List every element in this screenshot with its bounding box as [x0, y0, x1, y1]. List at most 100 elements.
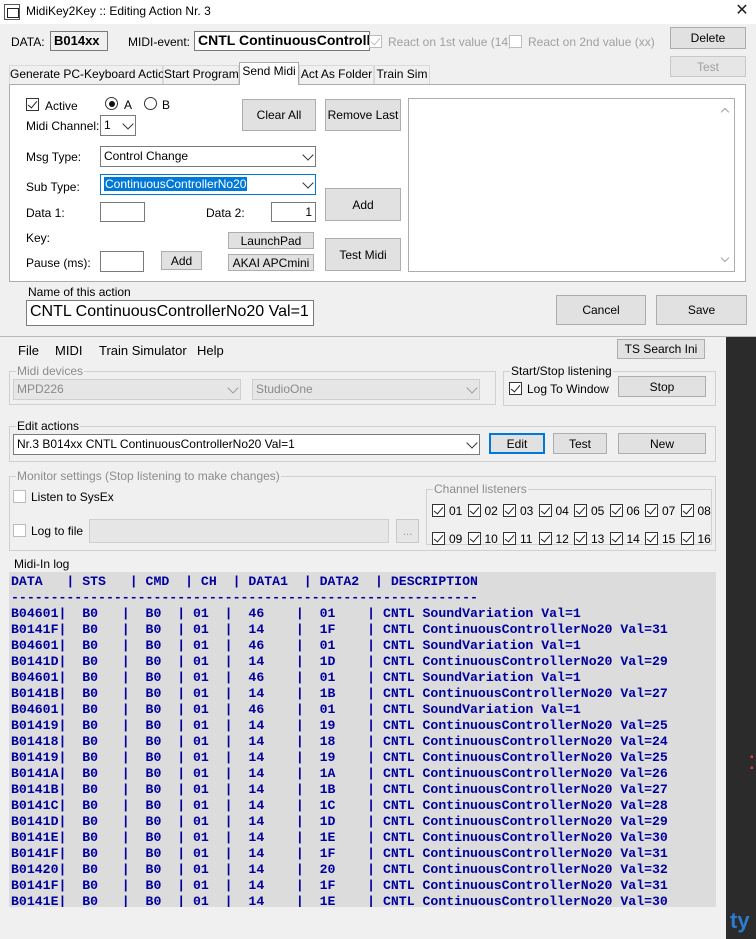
test-action-button[interactable]: Test: [553, 433, 607, 454]
log-entry: B0141F| B0 | B0 | 01 | 14 | 1F | CNTL Co…: [11, 846, 668, 861]
channel-10-checkbox[interactable]: [467, 532, 481, 545]
log-entry: B0141A| B0 | B0 | 01 | 14 | 1A | CNTL Co…: [11, 766, 668, 781]
log-entry: B0141D| B0 | B0 | 01 | 14 | 1D | CNTL Co…: [11, 814, 668, 829]
log-entry: B04601| B0 | B0 | 01 | 46 | 01 | CNTL So…: [11, 702, 581, 717]
log-entry: B0141B| B0 | B0 | 01 | 14 | 1B | CNTL Co…: [11, 686, 668, 701]
menu-midi[interactable]: MIDI: [55, 343, 82, 358]
chevron-down-icon: [122, 117, 134, 130]
log-to-window-label: Log To Window: [527, 382, 609, 396]
msg-type-label: Msg Type:: [26, 150, 82, 164]
midi-in-log[interactable]: DATA | STS | CMD | CH | DATA1 | DATA2 | …: [9, 572, 716, 907]
radio-b[interactable]: [144, 97, 157, 110]
data-label: DATA:: [11, 35, 45, 49]
remove-last-button[interactable]: Remove Last: [325, 99, 401, 131]
active-checkbox[interactable]: [26, 98, 39, 111]
channel-09-checkbox[interactable]: [432, 532, 445, 545]
channel-label: 04: [555, 504, 569, 518]
log-header: DATA | STS | CMD | CH | DATA1 | DATA2 | …: [11, 574, 478, 589]
log-entry: B04601| B0 | B0 | 01 | 46 | 01 | CNTL So…: [11, 606, 581, 621]
log-entry: B0141B| B0 | B0 | 01 | 14 | 1B | CNTL Co…: [11, 782, 668, 797]
edit-action-button[interactable]: Edit: [489, 433, 545, 454]
log-entry: B01419| B0 | B0 | 01 | 14 | 19 | CNTL Co…: [11, 718, 668, 733]
list-scrollbar[interactable]: [718, 99, 734, 271]
cancel-button[interactable]: Cancel: [556, 295, 646, 325]
add-message-button[interactable]: Add: [325, 188, 401, 221]
data2-input[interactable]: 1: [271, 202, 316, 222]
tab-act-as-folder[interactable]: Act As Folder: [299, 65, 374, 84]
radio-a[interactable]: [105, 97, 118, 110]
ts-search-ini-button[interactable]: TS Search Ini: [617, 339, 705, 359]
midi-channel-select[interactable]: 1: [100, 115, 136, 136]
chevron-up-icon[interactable]: [720, 107, 730, 117]
channel-label: 02: [484, 504, 498, 518]
add-pause-button[interactable]: Add: [161, 251, 202, 270]
channel-label: 08: [697, 504, 711, 518]
test-midi-button[interactable]: Test Midi: [325, 238, 401, 271]
stop-listening-button[interactable]: Stop: [618, 376, 706, 397]
channel-label: 10: [484, 532, 498, 546]
channel-04-checkbox[interactable]: [538, 504, 552, 517]
tab-send-midi[interactable]: Send Midi: [239, 62, 299, 85]
channel-06-checkbox[interactable]: [609, 504, 623, 517]
midi-out-device-select[interactable]: StudioOne: [252, 379, 480, 400]
dialog-test-button[interactable]: Test: [670, 56, 746, 77]
react-1st-checkbox[interactable]: [369, 35, 382, 48]
data2-label: Data 2:: [206, 206, 245, 220]
channel-13-checkbox[interactable]: [574, 532, 587, 545]
channel-12-checkbox[interactable]: [538, 532, 552, 545]
midi-in-device-select[interactable]: MPD226: [13, 379, 241, 400]
sub-type-select[interactable]: ContinuousControllerNo20: [100, 174, 316, 195]
action-name-input[interactable]: CNTL ContinuousControllerNo20 Val=1: [26, 300, 314, 326]
channel-label: 14: [626, 532, 640, 546]
channel-08-checkbox[interactable]: [680, 504, 694, 517]
pause-input[interactable]: [100, 251, 144, 272]
key-label: Key:: [26, 231, 51, 245]
channel-02-checkbox[interactable]: [467, 504, 481, 517]
channel-label: 07: [662, 504, 676, 518]
sub-type-value: ContinuousControllerNo20: [104, 177, 248, 191]
menu-file[interactable]: File: [18, 343, 39, 358]
midi-channel-label: Midi Channel:: [26, 119, 100, 133]
msg-type-select[interactable]: Control Change: [100, 146, 316, 167]
channel-listeners-title: Channel listeners: [433, 482, 528, 496]
dialog-titlebar[interactable]: MidiKey2Key :: Editing Action Nr. 3 ✕: [0, 0, 756, 24]
tab-train-sim[interactable]: Train Sim: [374, 65, 430, 84]
channel-11-checkbox[interactable]: [503, 532, 516, 545]
log-to-file-checkbox[interactable]: [13, 524, 26, 537]
close-icon[interactable]: ✕: [731, 1, 753, 21]
channel-07-checkbox[interactable]: [645, 504, 658, 517]
data1-input[interactable]: [100, 202, 145, 222]
channel-14-checkbox[interactable]: [609, 532, 623, 545]
chevron-down-icon[interactable]: [720, 253, 730, 263]
delete-button[interactable]: Delete: [670, 27, 746, 49]
start-stop-title: Start/Stop listening: [510, 364, 613, 378]
channel-01-checkbox[interactable]: [432, 504, 445, 517]
channel-15-checkbox[interactable]: [645, 532, 658, 545]
log-entry: B0141C| B0 | B0 | 01 | 14 | 1C | CNTL Co…: [11, 798, 668, 813]
channel-label: 12: [555, 532, 569, 546]
pause-label: Pause (ms):: [26, 256, 91, 270]
midi-event-label: MIDI-event:: [128, 35, 191, 49]
channel-16-checkbox[interactable]: [680, 532, 694, 545]
channel-label: 09: [449, 532, 463, 546]
edit-actions-title: Edit actions: [16, 419, 81, 433]
listen-sysex-checkbox[interactable]: [13, 490, 26, 503]
new-action-button[interactable]: New: [618, 433, 706, 454]
channel-label: 11: [520, 532, 533, 546]
launchpad-button[interactable]: LaunchPad: [228, 232, 314, 249]
log-file-path-input[interactable]: [89, 519, 389, 543]
channel-05-checkbox[interactable]: [574, 504, 587, 517]
channel-03-checkbox[interactable]: [503, 504, 516, 517]
midi-action-list[interactable]: [408, 98, 735, 272]
save-button[interactable]: Save: [656, 295, 747, 325]
clear-all-button[interactable]: Clear All: [242, 99, 316, 131]
menu-train-simulator[interactable]: Train Simulator: [99, 343, 187, 358]
action-select[interactable]: Nr.3 B014xx CNTL ContinuousControllerNo2…: [13, 434, 480, 455]
tab-generate-keyboard[interactable]: Generate PC-Keyboard Action: [9, 65, 171, 84]
browse-log-file-button[interactable]: ...: [396, 519, 419, 543]
log-to-window-checkbox[interactable]: [509, 382, 522, 395]
menu-help[interactable]: Help: [197, 343, 224, 358]
akai-apcmini-button[interactable]: AKAI APCmini: [228, 254, 314, 271]
tab-start-program[interactable]: Start Program: [163, 65, 239, 84]
react-2nd-checkbox[interactable]: [509, 35, 522, 48]
